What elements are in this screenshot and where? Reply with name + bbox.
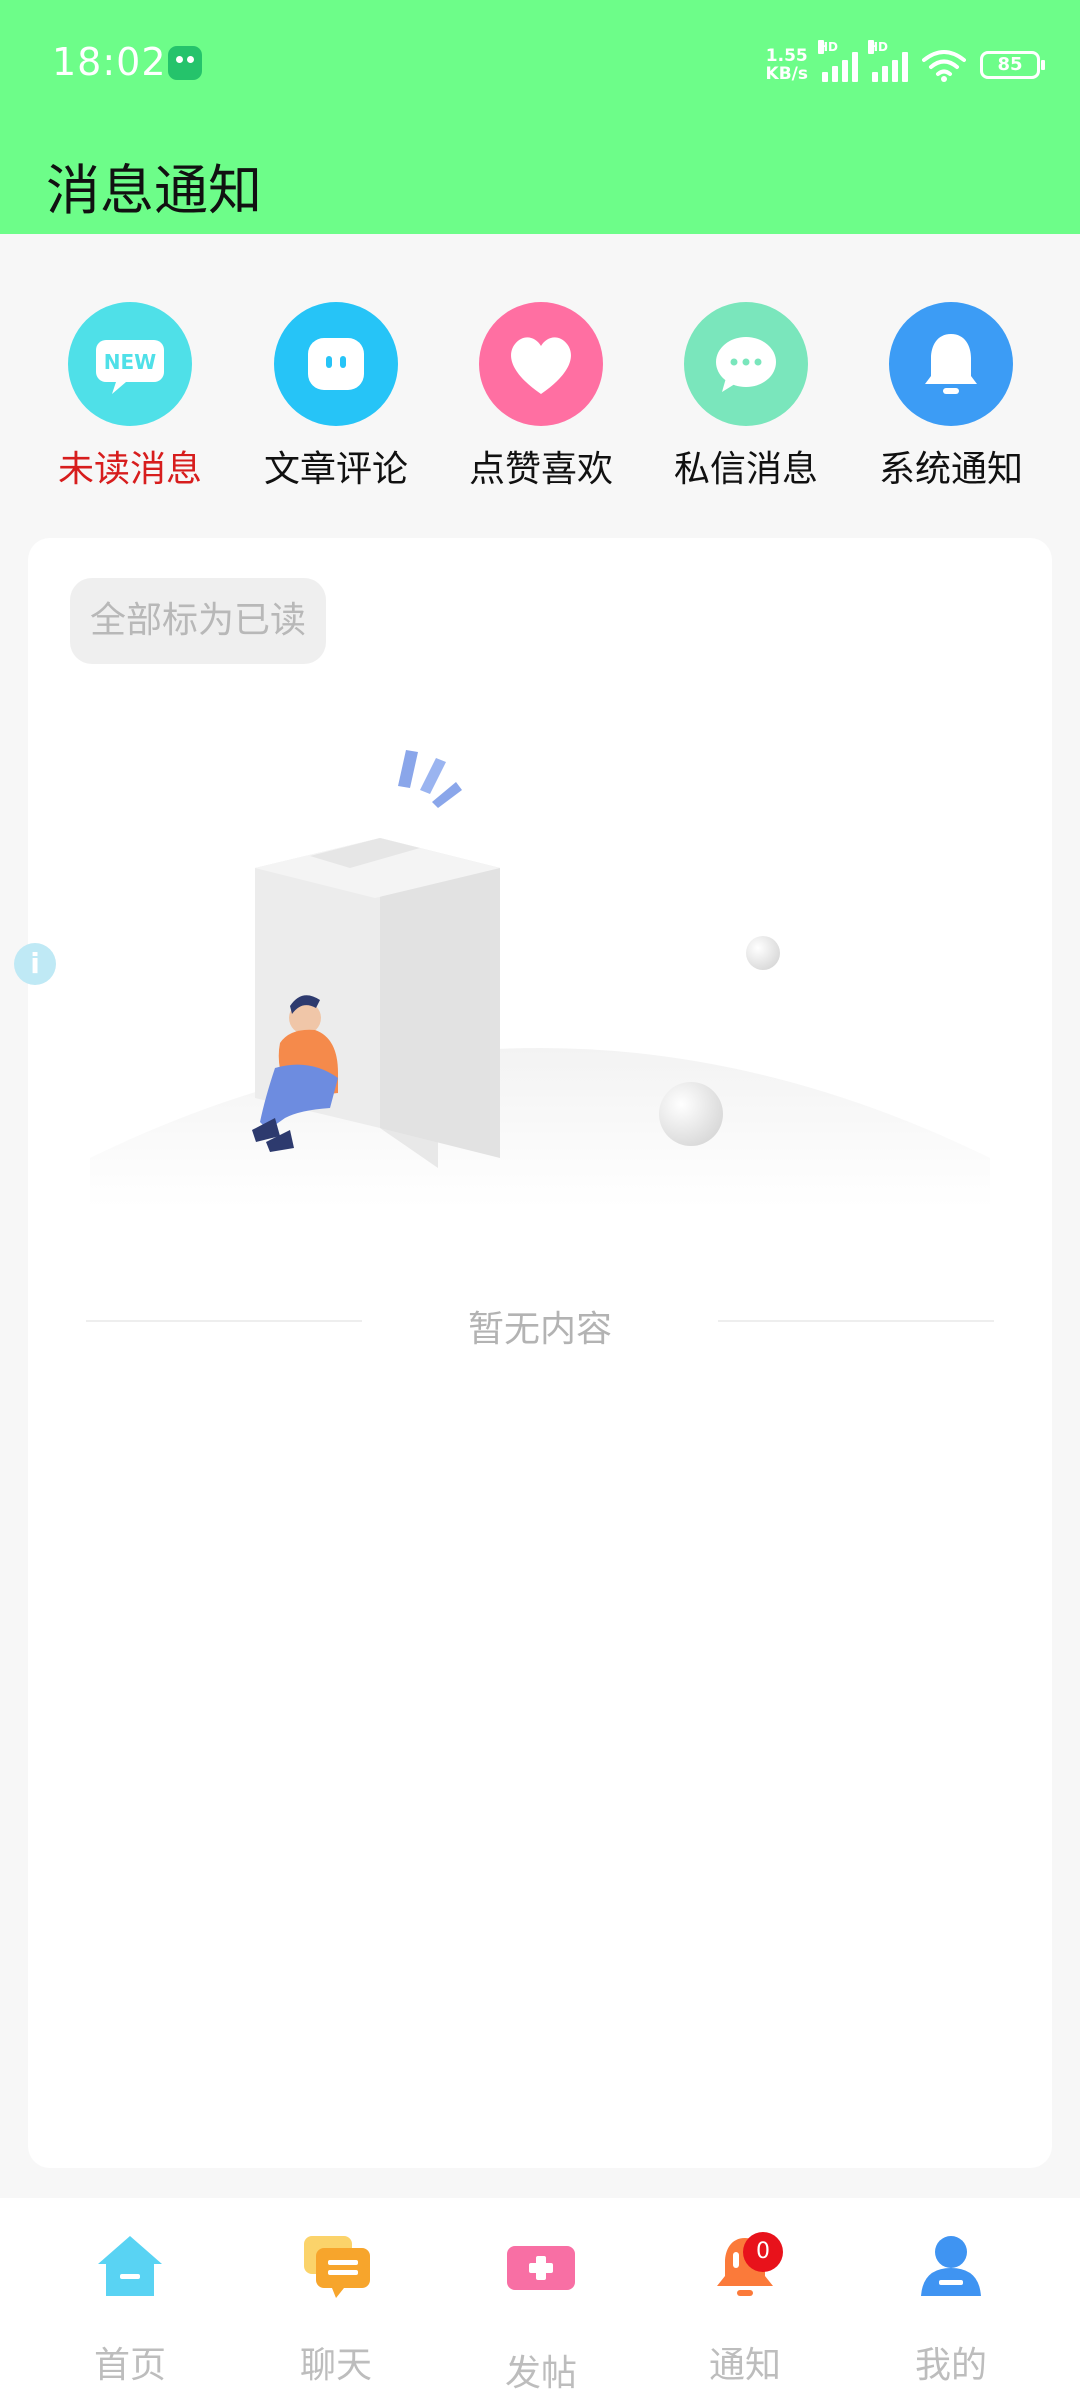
category-row: NEW 未读消息 文章评论 点赞喜欢 私信消息 系统通知: [0, 302, 1080, 502]
home-icon: [98, 2236, 162, 2296]
new-icon: NEW: [68, 302, 192, 426]
category-label: 点赞喜欢: [468, 449, 613, 490]
bottom-tab-bar: 首页 聊天 发帖 0 通知 我的: [0, 2198, 1080, 2400]
category-private-messages[interactable]: 私信消息: [643, 302, 849, 502]
wifi-icon: [922, 50, 966, 82]
app-notification-icon: [168, 46, 202, 80]
signal-icon: HD: [818, 40, 858, 82]
empty-state-text: 暂无内容: [467, 1309, 612, 1350]
battery-icon: 85: [980, 51, 1045, 79]
notification-badge: 0: [743, 2232, 783, 2272]
category-comments[interactable]: 文章评论: [233, 302, 439, 502]
tab-label: 首页: [93, 2345, 166, 2386]
info-icon[interactable]: i: [14, 943, 56, 985]
tab-chat[interactable]: 聊天: [228, 2198, 444, 2400]
svg-text:NEW: NEW: [104, 350, 156, 374]
bell-icon: [889, 302, 1013, 426]
status-time: 18:02: [52, 40, 167, 84]
network-speed: 1.55 KB/s: [765, 46, 808, 84]
category-label: 未读消息: [57, 449, 202, 490]
category-likes[interactable]: 点赞喜欢: [438, 302, 644, 502]
category-unread[interactable]: NEW 未读消息: [27, 302, 233, 502]
comment-icon: [274, 302, 398, 426]
category-label: 私信消息: [673, 449, 818, 490]
category-system[interactable]: 系统通知: [848, 302, 1054, 502]
chat-bubbles-icon: [304, 2236, 370, 2298]
tab-profile[interactable]: 我的: [843, 2198, 1059, 2400]
tab-post[interactable]: 发帖: [433, 2198, 649, 2400]
category-label: 系统通知: [878, 449, 1023, 490]
tab-home[interactable]: 首页: [22, 2198, 238, 2400]
heart-icon: [479, 302, 603, 426]
mark-all-read-button[interactable]: 全部标为已读: [70, 578, 327, 664]
page-title: 消息通知: [46, 159, 262, 222]
category-label: 文章评论: [263, 449, 408, 490]
tab-label: 聊天: [299, 2345, 372, 2386]
message-list-card: 全部标为已读 暂无内容: [28, 538, 1052, 2168]
user-icon: [921, 2236, 981, 2296]
divider-right: [718, 1320, 994, 1322]
tab-label: 发帖: [504, 2353, 577, 2394]
status-indicators: 1.55 KB/s HD HD 85: [765, 40, 1045, 90]
signal-icon-2: HD: [868, 40, 908, 82]
chat-icon: [684, 302, 808, 426]
empty-state-illustration: [90, 750, 990, 1208]
header-bar: 18:02 1.55 KB/s HD HD 85 消息通知: [0, 0, 1080, 234]
add-post-icon: [507, 2246, 575, 2290]
tab-label: 通知: [708, 2345, 781, 2386]
tab-notifications[interactable]: 0 通知: [637, 2198, 853, 2400]
tab-label: 我的: [914, 2345, 987, 2386]
